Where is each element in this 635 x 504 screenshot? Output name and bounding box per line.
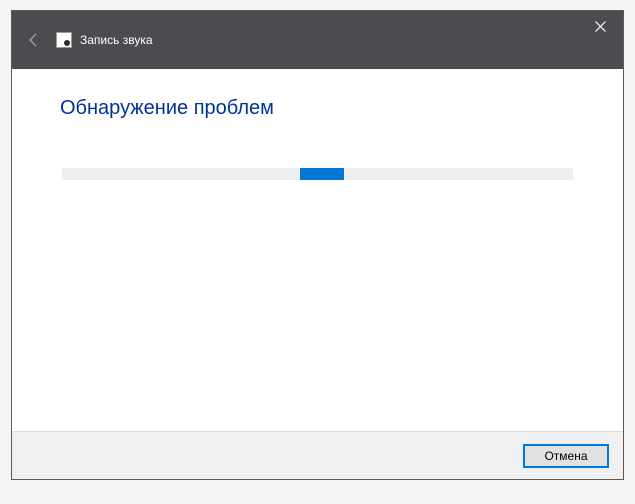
close-icon xyxy=(595,21,606,32)
content-area: Обнаружение проблем xyxy=(12,69,623,431)
titlebar: Запись звука xyxy=(12,11,623,69)
back-arrow-icon xyxy=(26,32,42,48)
close-button[interactable] xyxy=(577,11,623,41)
footer: Отмена xyxy=(12,431,623,479)
progress-bar xyxy=(62,168,573,180)
cancel-button[interactable]: Отмена xyxy=(523,444,609,468)
window-title: Запись звука xyxy=(80,33,153,47)
sound-recording-icon xyxy=(56,32,72,48)
troubleshooter-window: Запись звука Обнаружение проблем Отмена xyxy=(11,10,624,480)
page-heading: Обнаружение проблем xyxy=(60,97,575,120)
progress-indicator xyxy=(300,168,344,180)
